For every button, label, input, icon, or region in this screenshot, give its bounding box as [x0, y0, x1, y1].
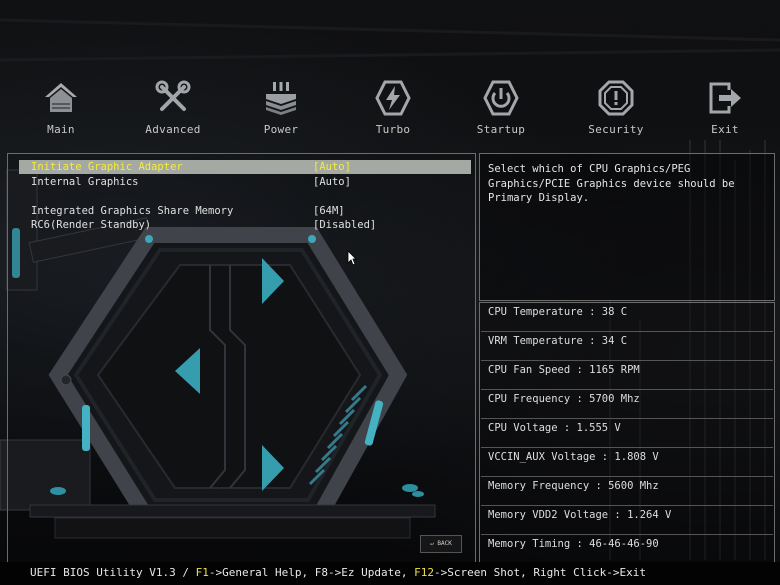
status-f1-key: F1 — [195, 566, 209, 579]
setting-name: RC6(Render Standby) — [31, 219, 152, 231]
hw-row-text: VCCIN_AUX Voltage : 1.808 V — [488, 451, 659, 463]
back-button[interactable]: ↵ BACK — [420, 535, 462, 553]
hw-row-text: Memory VDD2 Voltage : 1.264 V — [488, 509, 672, 521]
nav-power-label: Power — [263, 123, 299, 136]
help-panel: Select which of CPU Graphics/PEG Graphic… — [479, 153, 775, 301]
nav-turbo[interactable]: Turbo — [348, 78, 438, 140]
setting-value[interactable]: [Auto] — [313, 160, 351, 174]
help-text: Select which of CPU Graphics/PEG Graphic… — [488, 163, 735, 204]
nav-startup-label: Startup — [476, 123, 526, 136]
back-arrow-icon: ↵ — [430, 540, 434, 547]
nav-security[interactable]: Security — [571, 78, 661, 140]
hw-vrm-temperature: VRM Temperature : 34 C — [481, 332, 773, 361]
hw-memory-frequency: Memory Frequency : 5600 Mhz — [481, 477, 773, 506]
setting-row-internal-graphics[interactable]: Internal Graphics [Auto] — [19, 175, 471, 189]
security-octagon-icon — [598, 80, 634, 116]
status-text: UEFI BIOS Utility V1.3 / F1->General Hel… — [30, 566, 646, 579]
status-f1-text: ->General Help, F8->Ez Update, — [208, 566, 415, 579]
hw-memory-vdd2-voltage: Memory VDD2 Voltage : 1.264 V — [481, 506, 773, 535]
setting-name: Internal Graphics — [31, 176, 139, 188]
nav-advanced[interactable]: Advanced — [128, 78, 218, 140]
nav-exit[interactable]: Exit — [680, 78, 770, 140]
nav-exit-label: Exit — [711, 123, 739, 136]
hw-row-text: CPU Temperature : 38 C — [488, 306, 628, 318]
hw-cpu-fan-speed: CPU Fan Speed : 1165 RPM — [481, 361, 773, 390]
nav-startup[interactable]: Startup — [456, 78, 546, 140]
hw-row-text: Memory Frequency : 5600 Mhz — [488, 480, 659, 492]
back-button-label: BACK — [437, 540, 452, 547]
hw-row-text: CPU Voltage : 1.555 V — [488, 422, 621, 434]
hardware-monitor-panel: CPU Temperature : 38 C VRM Temperature :… — [479, 302, 775, 563]
nav-main-label: Main — [47, 123, 75, 136]
hw-row-text: CPU Fan Speed : 1165 RPM — [488, 364, 640, 376]
power-button-icon — [483, 80, 519, 116]
mouse-cursor-icon — [347, 250, 357, 266]
nav-security-label: Security — [588, 123, 644, 136]
setting-value[interactable]: [Auto] — [313, 175, 351, 189]
hw-vccin-aux-voltage: VCCIN_AUX Voltage : 1.808 V — [481, 448, 773, 477]
setting-row-rc6-render-standby[interactable]: RC6(Render Standby) [Disabled] — [19, 218, 471, 232]
hw-memory-timing: Memory Timing : 46-46-46-90 — [481, 535, 773, 563]
status-prefix: UEFI BIOS Utility V1.3 / — [30, 566, 196, 579]
nav-advanced-label: Advanced — [145, 123, 201, 136]
power-stack-icon — [266, 82, 296, 115]
setting-name: Integrated Graphics Share Memory — [31, 205, 234, 217]
settings-panel: Initiate Graphic Adapter [Auto] Internal… — [7, 153, 476, 563]
top-navigation: Main Advanced Power Turbo Startup Securi… — [0, 78, 780, 140]
setting-value[interactable]: [64M] — [313, 204, 345, 218]
hw-row-text: CPU Frequency : 5700 Mhz — [488, 393, 640, 405]
setting-row-initiate-graphic-adapter[interactable]: Initiate Graphic Adapter [Auto] — [19, 160, 471, 174]
setting-row-integrated-graphics-share-memory[interactable]: Integrated Graphics Share Memory [64M] — [19, 204, 471, 218]
status-f12-text: ->Screen Shot, Right Click->Exit — [434, 566, 646, 579]
nav-turbo-label: Turbo — [375, 123, 411, 136]
setting-value[interactable]: [Disabled] — [313, 218, 376, 232]
status-bar: UEFI BIOS Utility V1.3 / F1->General Hel… — [0, 562, 780, 585]
home-icon — [45, 83, 77, 112]
tools-icon — [155, 80, 191, 111]
hw-cpu-frequency: CPU Frequency : 5700 Mhz — [481, 390, 773, 419]
setting-name: Initiate Graphic Adapter — [31, 161, 183, 173]
nav-main[interactable]: Main — [16, 78, 106, 140]
hw-cpu-voltage: CPU Voltage : 1.555 V — [481, 419, 773, 448]
exit-icon — [709, 82, 741, 114]
nav-power[interactable]: Power — [236, 78, 326, 140]
hw-row-text: VRM Temperature : 34 C — [488, 335, 628, 347]
hw-cpu-temperature: CPU Temperature : 38 C — [481, 303, 773, 332]
hw-row-text: Memory Timing : 46-46-46-90 — [488, 538, 659, 550]
turbo-bolt-icon — [375, 80, 411, 116]
status-f12-key: F12 — [414, 566, 435, 579]
